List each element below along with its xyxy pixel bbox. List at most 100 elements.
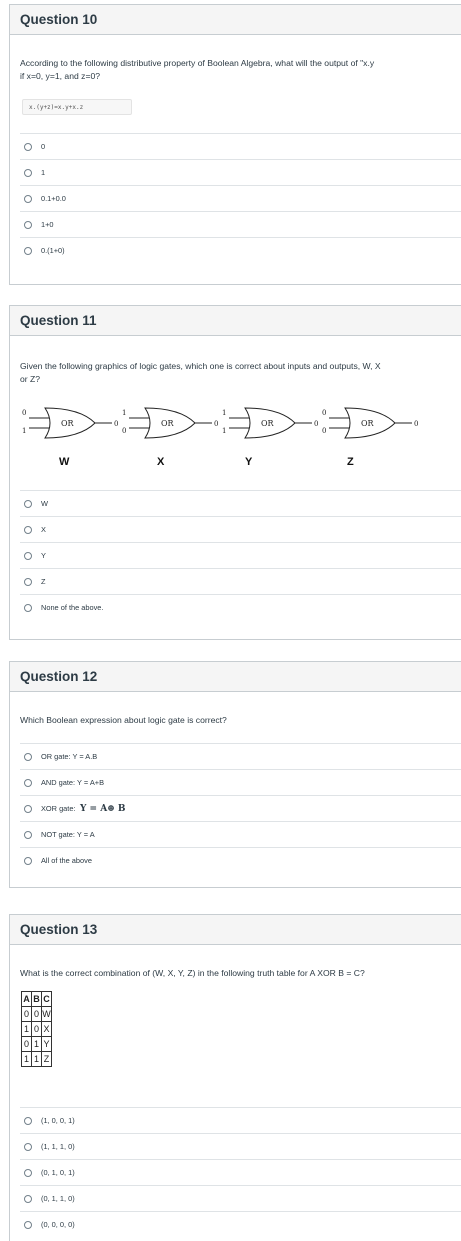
answer-label: 1 (41, 168, 46, 177)
answer-option[interactable]: All of the above (20, 847, 461, 873)
gate-input-label: 1 (22, 427, 26, 435)
logic-gates-figure: 0 1 OR 0 1 0 OR 0 1 1 OR 0 0 0 OR 0 W X Y Z (20, 398, 460, 473)
gate-caption: Z (347, 456, 354, 468)
radio-button[interactable] (24, 246, 32, 255)
gate-input-label: 1 (122, 409, 126, 417)
answer-option[interactable]: 0.1+0.0 (20, 185, 461, 211)
answer-label: (1, 0, 0, 1) (41, 1116, 75, 1125)
answer-option[interactable]: 1 (20, 159, 461, 185)
answer-label: (0, 1, 1, 0) (41, 1194, 75, 1203)
radio-button[interactable] (24, 1194, 32, 1203)
xor-formula: Y = A⊕ B (79, 803, 126, 814)
truth-table-cell: W (41, 1006, 52, 1022)
answer-label: (0, 1, 0, 1) (41, 1168, 75, 1177)
truth-table-cell: 1 (21, 1051, 32, 1067)
answer-label: All of the above (41, 856, 92, 865)
answer-label: AND gate: Y = A+B (41, 778, 104, 787)
answer-option[interactable]: 0.(1+0) (20, 237, 461, 263)
answer-option[interactable]: AND gate: Y = A+B (20, 769, 461, 795)
answer-label: X (41, 525, 46, 534)
gate-caption: X (157, 456, 165, 468)
truth-table-cell: 0 (21, 1006, 32, 1022)
answer-option[interactable]: (0, 1, 0, 1) (20, 1159, 461, 1185)
truth-table-cell: X (41, 1021, 52, 1037)
radio-button[interactable] (24, 220, 32, 229)
truth-table-cell: C (41, 991, 52, 1007)
question-12-card: Question 12 Which Boolean expression abo… (9, 661, 461, 888)
radio-button[interactable] (24, 830, 32, 839)
gate-input-label: 1 (222, 427, 226, 435)
radio-button[interactable] (24, 1168, 32, 1177)
radio-button[interactable] (24, 1220, 32, 1229)
gate-caption: Y (245, 456, 253, 468)
radio-button[interactable] (24, 804, 32, 813)
radio-button[interactable] (24, 168, 32, 177)
question-title: Question 12 (20, 669, 98, 684)
answer-label: Y (41, 551, 46, 560)
question-10-card: Question 10 According to the following d… (9, 4, 461, 285)
question-13-header: Question 13 (10, 915, 461, 945)
question-text-line: if x=0, y=1, and z=0? (20, 71, 101, 81)
answer-option[interactable]: NOT gate: Y = A (20, 821, 461, 847)
gate-label: OR (61, 419, 75, 428)
gate-output-label: 0 (314, 420, 318, 428)
logic-gates-svg: 01OR 010OR 011OR 000OR 0 (22, 407, 418, 439)
question-text-line: or Z? (20, 374, 41, 384)
question-12-header: Question 12 (10, 662, 461, 692)
answer-option[interactable]: X (20, 516, 461, 542)
answer-label: NOT gate: Y = A (41, 830, 95, 839)
answer-label: 0.1+0.0 (41, 194, 66, 203)
question-text-line: Given the following graphics of logic ga… (20, 361, 381, 371)
answer-label: XOR gate: (41, 804, 76, 813)
answer-label: OR gate: Y = A.B (41, 752, 98, 761)
question-10-header: Question 10 (10, 5, 461, 35)
answer-option[interactable]: XOR gate: Y = A⊕ B (20, 795, 461, 821)
radio-button[interactable] (24, 194, 32, 203)
answer-option[interactable]: 0 (20, 133, 461, 159)
gate-output-label: 0 (414, 420, 418, 428)
code-snippet: x.(y+z)=x.y+x.z (22, 99, 132, 115)
gate-output-label: 0 (114, 420, 118, 428)
answer-option[interactable]: (0, 0, 0, 0) (20, 1211, 461, 1237)
radio-button[interactable] (24, 525, 32, 534)
truth-table-cell: 1 (31, 1036, 42, 1052)
truth-table-cell: Y (41, 1036, 52, 1052)
answer-option[interactable]: (1, 1, 1, 0) (20, 1133, 461, 1159)
radio-button[interactable] (24, 551, 32, 560)
answer-option[interactable]: OR gate: Y = A.B (20, 743, 461, 769)
answer-label: None of the above. (41, 603, 104, 612)
truth-table-row: 0 0 W (21, 1006, 52, 1022)
answer-option[interactable]: None of the above. (20, 594, 461, 620)
answer-label: 0.(1+0) (41, 246, 65, 255)
radio-button[interactable] (24, 142, 32, 151)
radio-button[interactable] (24, 603, 32, 612)
radio-button[interactable] (24, 856, 32, 865)
radio-button[interactable] (24, 1116, 32, 1125)
answer-label: Z (41, 577, 46, 586)
radio-button[interactable] (24, 1142, 32, 1151)
truth-table-row: 1 1 Z (21, 1051, 52, 1067)
radio-button[interactable] (24, 499, 32, 508)
answer-label: W (41, 499, 48, 508)
radio-button[interactable] (24, 577, 32, 586)
question-13-card: Question 13 What is the correct combinat… (9, 914, 461, 1241)
gate-label: OR (161, 419, 175, 428)
gate-output-label: 0 (214, 420, 218, 428)
radio-button[interactable] (24, 778, 32, 787)
gate-input-label: 1 (222, 409, 226, 417)
radio-button[interactable] (24, 752, 32, 761)
answer-option[interactable]: Z (20, 568, 461, 594)
answer-label: 0 (41, 142, 46, 151)
answer-option[interactable]: W (20, 490, 461, 516)
gate-caption: W (59, 456, 70, 468)
truth-table-cell: B (31, 991, 42, 1007)
answer-option[interactable]: (0, 1, 1, 0) (20, 1185, 461, 1211)
truth-table-cell: 0 (31, 1006, 42, 1022)
answer-option[interactable]: (1, 0, 0, 1) (20, 1107, 461, 1133)
question-text: Which Boolean expression about logic gat… (20, 715, 227, 725)
answer-option[interactable]: 1+0 (20, 211, 461, 237)
gate-input-label: 0 (122, 427, 126, 435)
answer-option[interactable]: Y (20, 542, 461, 568)
truth-table-header: A B C (21, 991, 52, 1007)
gate-label: OR (361, 419, 375, 428)
